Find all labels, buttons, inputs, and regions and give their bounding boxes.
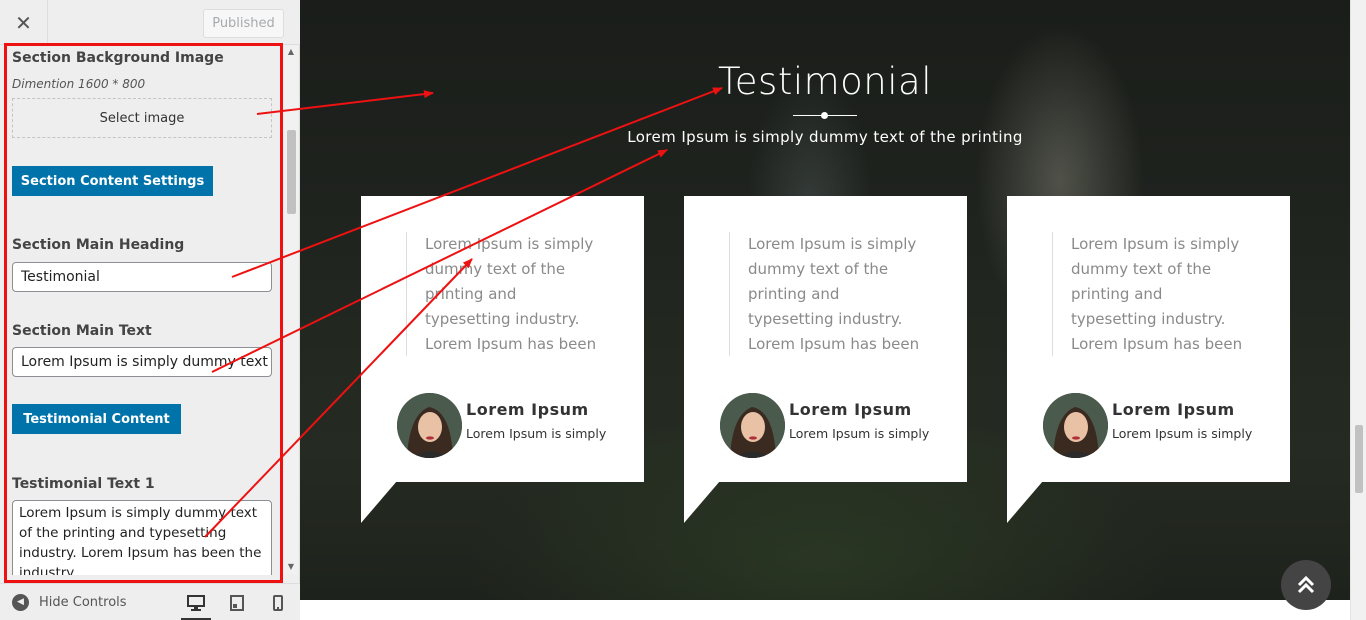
scroll-up-icon[interactable]: ▲ <box>287 48 295 56</box>
sidebar-header: ✕ Published <box>0 0 300 45</box>
testimonial-quote: Lorem Ipsum is simply dummy text of the … <box>729 232 929 356</box>
testimonial-text-textarea[interactable]: Lorem Ipsum is simply dummy text of the … <box>12 500 272 575</box>
scroll-down-icon[interactable]: ▼ <box>287 563 295 571</box>
close-icon[interactable]: ✕ <box>0 0 48 45</box>
customizer-sidebar: ✕ Published Section Background Image Dim… <box>0 0 300 620</box>
testimonial-role: Lorem Ipsum is simply <box>1112 426 1253 441</box>
testimonial-name: Lorem Ipsum <box>466 400 589 419</box>
page-scrollbar[interactable] <box>1350 0 1366 620</box>
double-chevron-up-icon <box>1297 575 1315 594</box>
avatar <box>397 393 462 458</box>
card-speech-tail <box>684 481 720 523</box>
main-heading-input[interactable]: Testimonial <box>12 262 272 292</box>
mobile-preview-icon[interactable] <box>263 588 293 618</box>
section-bg-description: Dimention 1600 * 800 <box>12 77 146 91</box>
site-preview: Testimonial Lorem Ipsum is simply dummy … <box>300 0 1350 600</box>
avatar <box>720 393 785 458</box>
collapse-icon: ◀ <box>12 593 29 611</box>
main-text-label: Section Main Text <box>12 323 152 339</box>
tablet-preview-icon[interactable] <box>222 588 252 618</box>
preview-next-section <box>300 600 1350 620</box>
card-speech-tail <box>361 481 397 523</box>
sidebar-scrollbar[interactable]: ▲ ▼ <box>284 45 298 575</box>
hide-controls-button[interactable]: ◀ Hide Controls <box>12 590 127 614</box>
testimonial-role: Lorem Ipsum is simply <box>466 426 607 441</box>
testimonial-quote: Lorem Ipsum is simply dummy text of the … <box>406 232 606 356</box>
desktop-preview-icon[interactable] <box>181 588 211 620</box>
testimonial-subtitle: Lorem Ipsum is simply dummy text of the … <box>627 128 1023 146</box>
testimonial-quote: Lorem Ipsum is simply dummy text of the … <box>1052 232 1252 356</box>
card-speech-tail <box>1007 481 1043 523</box>
publish-button[interactable]: Published <box>203 9 284 38</box>
testimonial-content-button[interactable]: Testimonial Content <box>12 404 181 434</box>
testimonial-card: Lorem Ipsum is simply dummy text of the … <box>361 196 644 482</box>
sidebar-scroll-thumb[interactable] <box>287 130 296 214</box>
main-text-input[interactable]: Lorem Ipsum is simply dummy text of the … <box>12 347 272 377</box>
testimonial-text-label: Testimonial Text 1 <box>12 476 155 492</box>
section-bg-label: Section Background Image <box>12 50 224 66</box>
sidebar-panel: Section Background Image Dimention 1600 … <box>0 45 300 575</box>
heading-divider-dot <box>821 112 828 119</box>
avatar <box>1043 393 1108 458</box>
main-heading-label: Section Main Heading <box>12 237 185 253</box>
testimonial-role: Lorem Ipsum is simply <box>789 426 930 441</box>
section-content-settings-button[interactable]: Section Content Settings <box>12 166 213 196</box>
testimonial-heading: Testimonial <box>717 60 932 103</box>
testimonial-card: Lorem Ipsum is simply dummy text of the … <box>1007 196 1290 482</box>
back-to-top-button[interactable] <box>1281 560 1331 610</box>
testimonial-name: Lorem Ipsum <box>789 400 912 419</box>
hide-controls-label: Hide Controls <box>39 594 127 610</box>
testimonial-card: Lorem Ipsum is simply dummy text of the … <box>684 196 967 482</box>
testimonial-name: Lorem Ipsum <box>1112 400 1235 419</box>
select-image-button[interactable]: Select image <box>12 98 272 138</box>
page-scroll-thumb[interactable] <box>1355 425 1363 493</box>
sidebar-footer: ◀ Hide Controls <box>0 583 300 620</box>
